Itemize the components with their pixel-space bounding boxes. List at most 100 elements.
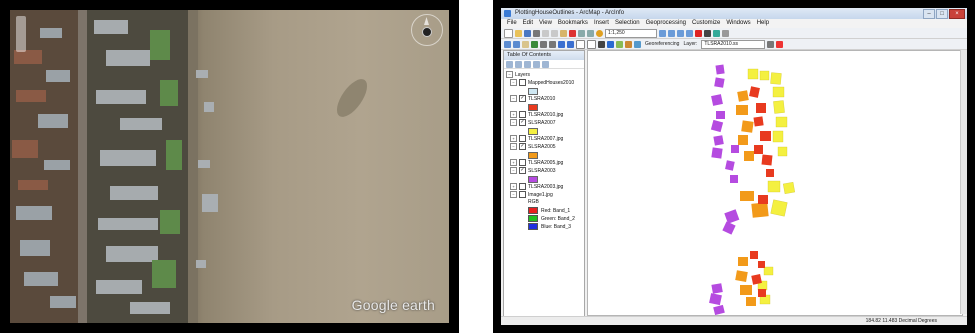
toc-root-layers[interactable]: − Layers [506, 71, 530, 78]
layer-checkbox[interactable]: ✓ [519, 95, 526, 102]
arctoolbox-icon[interactable] [695, 29, 702, 37]
toc-layer-tlsra2007-jpg[interactable]: + TLSRA2007.jpg [510, 135, 563, 142]
toc-layer-tlsra2005-jpg[interactable]: + TLSRA2005.jpg [510, 159, 563, 166]
toc-layer-image1-jpg[interactable]: − Image1.jpg [510, 191, 553, 198]
layer-checkbox[interactable] [519, 183, 526, 190]
collapse-icon[interactable]: − [510, 167, 517, 174]
identify-icon[interactable] [607, 40, 614, 48]
open-folder-icon[interactable] [515, 29, 522, 37]
expand-icon[interactable]: + [510, 183, 517, 190]
toc-layer-tlsra2010[interactable]: − ✓ TLSRA2010 [510, 95, 555, 102]
select-elements-icon[interactable] [598, 40, 605, 48]
toc-layer-slsra2003[interactable]: − ✓ SLSRA2003 [510, 167, 556, 174]
maximize-button[interactable]: □ [936, 9, 948, 19]
menu-windows[interactable]: Windows [726, 19, 750, 28]
menu-bookmarks[interactable]: Bookmarks [558, 19, 588, 28]
full-extent-icon[interactable] [531, 40, 538, 48]
zoom-out-icon[interactable] [513, 40, 520, 48]
measure-icon[interactable] [625, 40, 632, 48]
select-features-icon[interactable] [576, 39, 585, 49]
copy-icon[interactable] [551, 29, 558, 37]
layer-swatch-mappedhouses2010 [528, 88, 538, 95]
band-blue: Blue: Band_3 [528, 223, 571, 230]
delete-icon[interactable] [569, 29, 576, 37]
print-icon[interactable] [533, 29, 540, 37]
help-icon[interactable] [722, 29, 729, 37]
toc-layer-slsra2007[interactable]: − ✓ SLSRA2007 [510, 119, 556, 126]
menu-view[interactable]: View [539, 19, 552, 28]
forward-extent-icon[interactable] [567, 40, 574, 48]
list-by-selection-icon[interactable] [533, 61, 540, 68]
zoom-in-icon[interactable] [504, 40, 511, 48]
layer-checkbox[interactable] [519, 135, 526, 142]
menu-geoprocessing[interactable]: Geoprocessing [646, 19, 686, 28]
toc-layer-tlsra2010-jpg[interactable]: + TLSRA2010.jpg [510, 111, 563, 118]
new-document-icon[interactable] [504, 28, 513, 38]
layer-checkbox[interactable] [519, 191, 526, 198]
layer-checkbox[interactable] [519, 79, 526, 86]
clear-selection-icon[interactable] [587, 39, 596, 49]
cut-icon[interactable] [542, 29, 549, 37]
layer-checkbox[interactable] [519, 111, 526, 118]
window-titlebar[interactable]: PlottingHouseOutlines - ArcMap - ArcInfo… [501, 8, 967, 19]
fixed-zoom-in-icon[interactable] [540, 40, 547, 48]
paste-icon[interactable] [560, 29, 567, 37]
menu-selection[interactable]: Selection [615, 19, 640, 28]
aerial-texture [10, 10, 368, 323]
find-icon[interactable] [634, 40, 641, 48]
save-icon[interactable] [524, 29, 531, 37]
georeferencing-label[interactable]: Georeferencing [645, 41, 679, 47]
pan-hand-icon[interactable] [522, 40, 529, 48]
editor-toolbar-icon[interactable] [659, 29, 666, 37]
arcmap-screenshot-frame: PlottingHouseOutlines - ArcMap - ArcInfo… [493, 0, 975, 333]
menu-help[interactable]: Help [757, 19, 769, 28]
georef-layer-dropdown[interactable]: TLSRA2010.ss [701, 39, 766, 49]
toc-options-icon[interactable] [542, 61, 549, 68]
toc-layer-tlsra2003-jpg[interactable]: + TLSRA2003.jpg [510, 183, 563, 190]
layer-checkbox[interactable] [519, 159, 526, 166]
hyperlink-icon[interactable] [616, 40, 623, 48]
toc-layer-slsra2005[interactable]: − ✓ SLSRA2005 [510, 143, 556, 150]
menu-customize[interactable]: Customize [692, 19, 720, 28]
rotate-icon[interactable] [767, 40, 775, 48]
menu-edit[interactable]: Edit [523, 19, 533, 28]
add-data-icon[interactable] [596, 29, 603, 37]
add-control-points-icon[interactable] [776, 40, 784, 48]
expand-icon[interactable]: + [510, 111, 517, 118]
toc-layer-mappedhouses2010[interactable]: − MappedHouses2010 [510, 79, 574, 86]
collapse-icon[interactable]: − [510, 143, 517, 150]
map-display[interactable] [587, 50, 963, 316]
menu-file[interactable]: File [507, 19, 517, 28]
collapse-icon[interactable]: − [510, 95, 517, 102]
layer-checkbox[interactable]: ✓ [519, 167, 526, 174]
list-by-drawing-order-icon[interactable] [506, 61, 513, 68]
map-vertical-scrollbar[interactable] [960, 50, 967, 314]
expand-icon[interactable]: + [510, 159, 517, 166]
layer-checkbox[interactable]: ✓ [519, 143, 526, 150]
catalog-icon[interactable] [677, 29, 684, 37]
collapse-icon[interactable]: − [506, 71, 513, 78]
list-by-source-icon[interactable] [515, 61, 522, 68]
model-builder-icon[interactable] [713, 29, 720, 37]
collapse-icon[interactable]: − [510, 79, 517, 86]
search-window-icon[interactable] [686, 29, 693, 37]
layer-checkbox[interactable]: ✓ [519, 119, 526, 126]
map-scale-field[interactable]: 1:1,250 [605, 28, 657, 38]
redo-icon[interactable] [587, 29, 594, 37]
list-by-visibility-icon[interactable] [524, 61, 531, 68]
minimize-button[interactable]: – [923, 9, 935, 19]
table-of-contents-icon[interactable] [668, 29, 675, 37]
fixed-zoom-out-icon[interactable] [549, 40, 556, 48]
menu-insert[interactable]: Insert [594, 19, 609, 28]
layer-name: TLSRA2010 [528, 95, 556, 102]
undo-icon[interactable] [578, 29, 585, 37]
zoom-control[interactable] [16, 16, 26, 52]
north-arrow-icon [424, 17, 429, 25]
close-button[interactable]: × [949, 9, 965, 19]
back-extent-icon[interactable] [558, 40, 565, 48]
compass-icon[interactable] [411, 14, 443, 46]
expand-icon[interactable]: + [510, 135, 517, 142]
collapse-icon[interactable]: − [510, 191, 517, 198]
python-window-icon[interactable] [704, 29, 711, 37]
collapse-icon[interactable]: − [510, 119, 517, 126]
